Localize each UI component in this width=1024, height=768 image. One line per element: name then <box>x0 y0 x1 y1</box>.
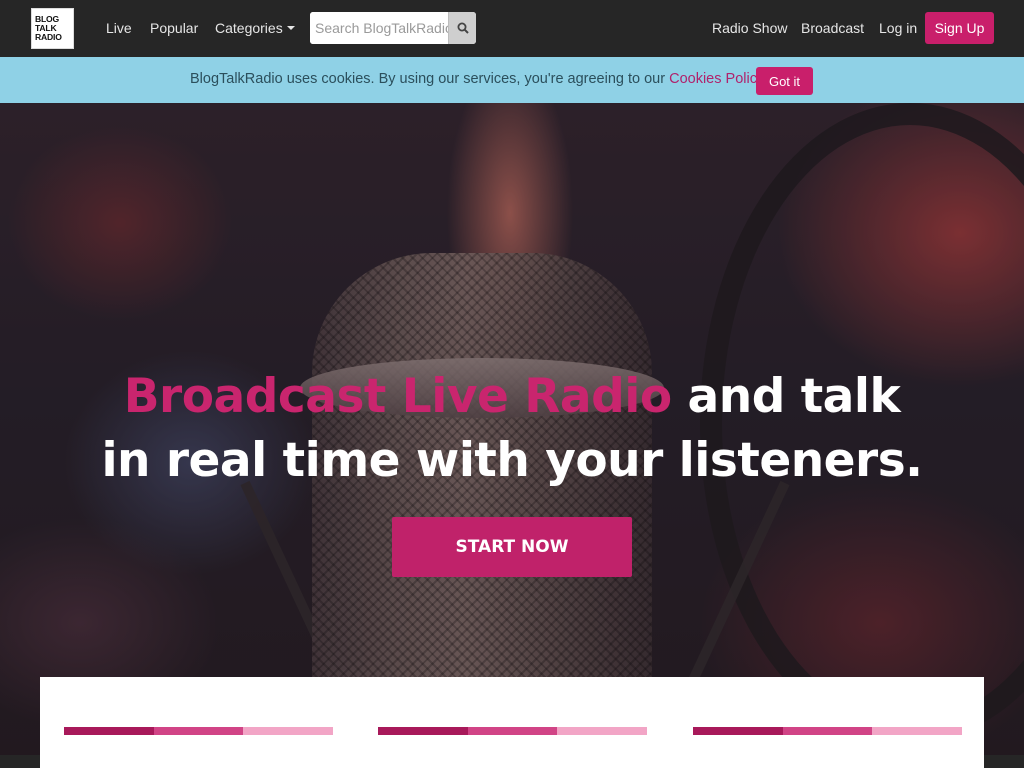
headline-accent: Broadcast Live Radio <box>123 369 672 424</box>
cookie-message-text: BlogTalkRadio uses cookies. By using our… <box>190 71 670 87</box>
cookie-notice-bar: BlogTalkRadio uses cookies. By using our… <box>0 57 1024 103</box>
color-stripe-3 <box>693 727 963 735</box>
color-stripe-1 <box>64 727 334 735</box>
start-now-button[interactable]: START NOW <box>392 517 632 577</box>
search-input[interactable] <box>310 12 448 44</box>
hero-section: Broadcast Live Radio and talk in real ti… <box>0 103 1024 755</box>
signup-button[interactable]: Sign Up <box>925 12 994 44</box>
got-it-button[interactable]: Got it <box>756 67 813 95</box>
cookies-policy-link[interactable]: Cookies Policy <box>669 71 764 87</box>
nav-categories-dropdown[interactable]: Categories <box>215 19 295 37</box>
logo-line-3: RADIO <box>35 32 62 42</box>
headline-line-2: in real time with your listeners. <box>101 433 923 488</box>
nav-login-link[interactable]: Log in <box>879 19 917 37</box>
top-navbar: BLOG TALK RADIO Live Popular Categories … <box>0 0 1024 57</box>
nav-popular-link[interactable]: Popular <box>150 19 198 37</box>
headline-rest: and talk <box>671 369 901 424</box>
nav-live-link[interactable]: Live <box>106 19 132 37</box>
features-panel <box>40 677 984 768</box>
nav-categories-label: Categories <box>215 20 283 36</box>
search-button[interactable] <box>448 12 476 44</box>
cookie-message: BlogTalkRadio uses cookies. By using our… <box>190 71 764 87</box>
color-stripe-2 <box>378 727 648 735</box>
nav-radio-show-link[interactable]: Radio Show <box>712 19 788 37</box>
blogtalkradio-logo[interactable]: BLOG TALK RADIO <box>31 8 74 49</box>
nav-broadcast-link[interactable]: Broadcast <box>801 19 864 37</box>
search-box <box>310 12 476 44</box>
magnifier-icon <box>457 22 469 34</box>
caret-down-icon <box>286 26 295 31</box>
hero-headline: Broadcast Live Radio and talk in real ti… <box>0 365 1024 493</box>
